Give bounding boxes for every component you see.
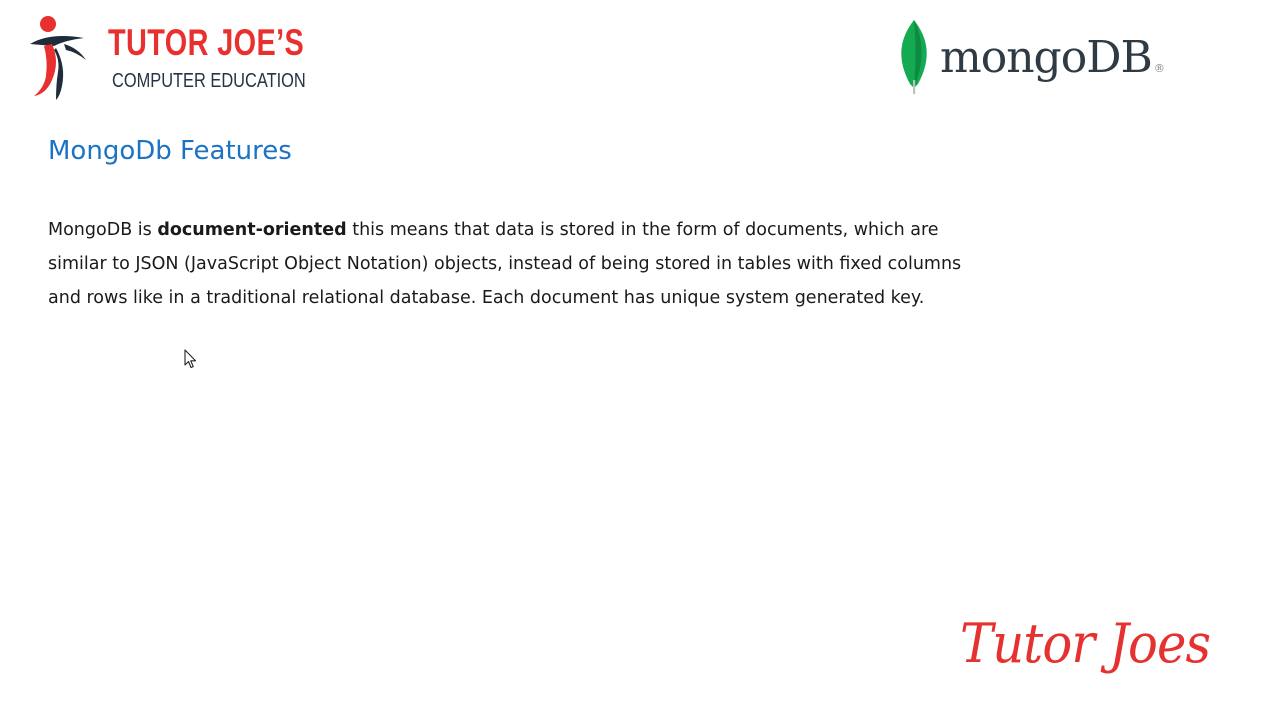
mongodb-logo: mongoDB ® — [894, 18, 1194, 98]
paragraph-lead: MongoDB is — [48, 220, 158, 240]
page-title: MongoDb Features — [48, 136, 292, 166]
brand-tagline: COMPUTER EDUCATION — [112, 70, 306, 92]
tutor-joes-logo: TUTOR JOE’S COMPUTER EDUCATION — [26, 14, 306, 100]
signature-watermark: Tutor Joes — [960, 612, 1211, 675]
registered-mark: ® — [1153, 62, 1165, 75]
mongodb-wordmark: mongoDB ® — [940, 32, 1165, 83]
body-paragraph: MongoDB is document-oriented this means … — [48, 214, 998, 315]
arrow-cursor-icon — [184, 349, 197, 369]
paragraph-emphasis: document-oriented — [157, 220, 347, 240]
person-figure-icon — [30, 16, 86, 100]
leaf-icon — [901, 20, 927, 94]
mongodb-wordmark-text: mongoDB — [940, 32, 1153, 83]
brand-name: TUTOR JOE’S — [108, 22, 305, 63]
